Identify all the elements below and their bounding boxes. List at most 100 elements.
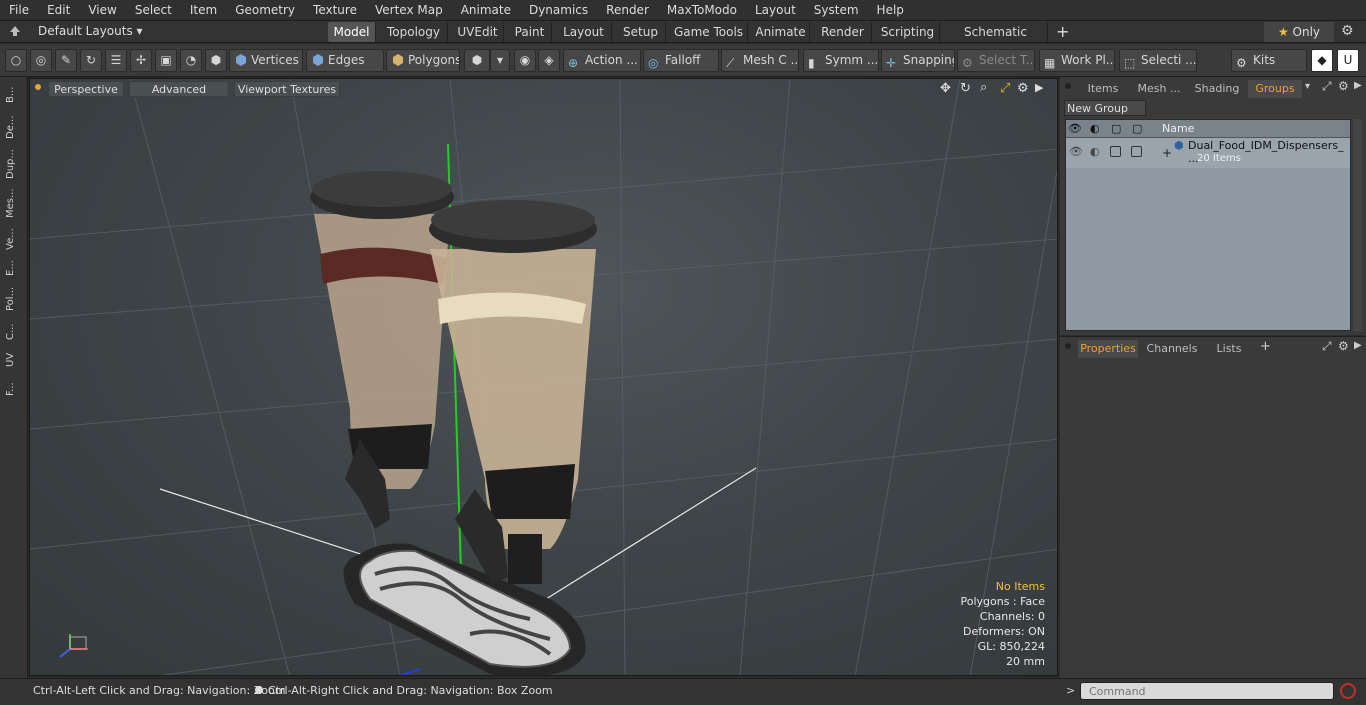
rotate-icon[interactable]: ◔ (180, 49, 202, 72)
select-through-button[interactable]: ⚙ Select T... (957, 49, 1035, 72)
tab-layout[interactable]: Layout (556, 22, 612, 42)
properties-menu-dot-icon[interactable] (1065, 343, 1071, 349)
align-icon[interactable]: ☰ (105, 49, 127, 72)
left-tab-curve[interactable]: C... (5, 319, 21, 345)
menu-file[interactable]: File (0, 0, 38, 21)
symmetry-button[interactable]: ▮ Symm ... (803, 49, 879, 72)
left-tab-deform[interactable]: De... (5, 111, 21, 143)
row-select-checkbox[interactable] (1131, 146, 1142, 157)
action-center-button[interactable]: ⊕ Action ... (563, 49, 641, 72)
viewport-gear-icon[interactable]: ⚙ (1017, 81, 1029, 96)
3d-viewport[interactable]: Perspective Advanced Viewport Textures ✥… (29, 78, 1058, 676)
row-render-icon[interactable]: ◐ (1090, 145, 1100, 158)
expand-plus-icon[interactable]: + (1162, 146, 1172, 160)
panel-gear-icon[interactable]: ⚙ (1338, 79, 1349, 93)
transform-icon[interactable]: ✢ (130, 49, 152, 72)
mesh-constraints-button[interactable]: ⟋ Mesh C ... (721, 49, 799, 72)
rotate-view-icon[interactable]: ↻ (960, 81, 971, 96)
tab-uvedit[interactable]: UVEdit (452, 22, 504, 42)
default-layouts-dropdown[interactable]: Default Layouts ▾ (38, 24, 143, 38)
kits-button[interactable]: ⚙ Kits (1231, 49, 1307, 72)
menu-texture[interactable]: Texture (304, 0, 366, 21)
tab-model[interactable]: Model (328, 22, 376, 42)
tab-lists[interactable]: Lists (1206, 340, 1252, 358)
tab-paint[interactable]: Paint (508, 22, 552, 42)
select-circle-icon[interactable]: ○ (5, 49, 27, 72)
row-lock-checkbox[interactable] (1110, 146, 1121, 157)
add-panel-tab-icon[interactable]: + (1260, 339, 1271, 354)
tab-properties[interactable]: Properties (1078, 340, 1138, 358)
visibility-eye-icon[interactable]: 👁 (1068, 122, 1082, 135)
add-tab-icon[interactable]: + (1056, 22, 1069, 41)
group-row[interactable]: 👁 ◐ + ⬢ Dual_Food_IDM_Dispensers_ ... 20… (1066, 138, 1350, 168)
properties-expand-icon[interactable]: ⤢ (1322, 339, 1332, 354)
tab-setup[interactable]: Setup (616, 22, 666, 42)
lock-cube-icon[interactable]: ▢ (1111, 122, 1121, 135)
menu-dynamics[interactable]: Dynamics (520, 0, 597, 21)
tab-mesh[interactable]: Mesh ... (1130, 80, 1188, 98)
record-macro-icon[interactable] (1340, 683, 1356, 699)
selection-sets-button[interactable]: ⬚ Selecti ... (1119, 49, 1197, 72)
lasso-icon[interactable]: ↻ (80, 49, 102, 72)
tab-animate[interactable]: Animate (752, 22, 810, 42)
menu-select[interactable]: Select (126, 0, 181, 21)
menu-help[interactable]: Help (868, 0, 913, 21)
polygons-button[interactable]: Polygons (386, 49, 460, 72)
viewport-menu-dot-icon[interactable] (35, 84, 41, 90)
properties-arrow-icon[interactable]: ▶ (1354, 340, 1362, 351)
menu-vertex-map[interactable]: Vertex Map (366, 0, 452, 21)
left-tab-duplicate[interactable]: Dup... (5, 147, 21, 181)
properties-gear-icon[interactable]: ⚙ (1338, 339, 1349, 353)
left-tab-basic[interactable]: B... (5, 83, 21, 107)
left-tab-uv[interactable]: UV (5, 349, 21, 371)
maximize-viewport-icon[interactable]: ⤢ (1000, 81, 1010, 96)
menu-render[interactable]: Render (597, 0, 658, 21)
layout-arrow-icon[interactable] (8, 24, 22, 38)
item-mode-icon[interactable]: ⬢ (464, 49, 490, 72)
tab-schematic-fusion[interactable]: Schematic Fusion (944, 22, 1048, 59)
unity-icon[interactable]: ◆ (1311, 49, 1333, 72)
tab-game-tools[interactable]: Game Tools (670, 22, 748, 42)
tab-groups[interactable]: Groups (1248, 80, 1302, 98)
left-tab-vertex[interactable]: Ve... (5, 225, 21, 253)
menu-geometry[interactable]: Geometry (226, 0, 304, 21)
menu-animate[interactable]: Animate (452, 0, 520, 21)
advanced-shading-button[interactable]: Advanced (129, 81, 229, 97)
zoom-search-icon[interactable]: ⌕ (980, 80, 987, 95)
material-icon[interactable]: ⬢ (205, 49, 227, 72)
expand-panel-icon[interactable]: ⤢ (1322, 79, 1332, 94)
pan-move-icon[interactable]: ✥ (940, 81, 951, 96)
left-tab-mesh-edit[interactable]: Mes... (5, 185, 21, 221)
tab-items[interactable]: Items (1080, 80, 1126, 98)
render-icon[interactable]: ◐ (1090, 122, 1100, 135)
panel-menu-dot-icon[interactable] (1065, 83, 1071, 89)
command-input[interactable] (1080, 682, 1334, 700)
new-group-button[interactable]: New Group (1064, 100, 1146, 116)
tab-shading[interactable]: Shading (1192, 80, 1242, 98)
left-tab-fusion[interactable]: F... (5, 375, 21, 403)
play-arrow-icon[interactable]: ▶ (1035, 81, 1043, 94)
tab-channels[interactable]: Channels (1144, 340, 1200, 358)
unreal-icon[interactable]: U (1337, 49, 1359, 72)
tab-scripting[interactable]: Scripting (876, 22, 940, 42)
vertices-button[interactable]: Vertices (229, 49, 303, 72)
snap-grid-icon[interactable]: ◈ (538, 49, 560, 72)
select-cube-icon[interactable]: ▢ (1132, 122, 1142, 135)
snap-sphere-icon[interactable]: ◉ (514, 49, 536, 72)
element-icon[interactable]: ▣ (155, 49, 177, 72)
perspective-button[interactable]: Perspective (48, 81, 124, 97)
panel-arrow-icon[interactable]: ▶ (1354, 80, 1362, 91)
menu-edit[interactable]: Edit (38, 0, 79, 21)
tab-render[interactable]: Render (814, 22, 872, 42)
workplane-button[interactable]: ▦ Work Pl... (1039, 49, 1115, 72)
menu-layout[interactable]: Layout (746, 0, 805, 21)
menu-view[interactable]: View (79, 0, 125, 21)
left-tab-edge[interactable]: E... (5, 257, 21, 279)
tabs-dropdown-icon[interactable]: ▾ (1305, 81, 1310, 92)
group-list-scrollbar[interactable] (1353, 119, 1362, 331)
menu-maxtomodo[interactable]: MaxToModo (658, 0, 746, 21)
globe-icon[interactable]: ◎ (30, 49, 52, 72)
pen-tool-icon[interactable]: ✎ (55, 49, 77, 72)
viewport-textures-button[interactable]: Viewport Textures (234, 81, 340, 97)
edges-button[interactable]: Edges (306, 49, 384, 72)
